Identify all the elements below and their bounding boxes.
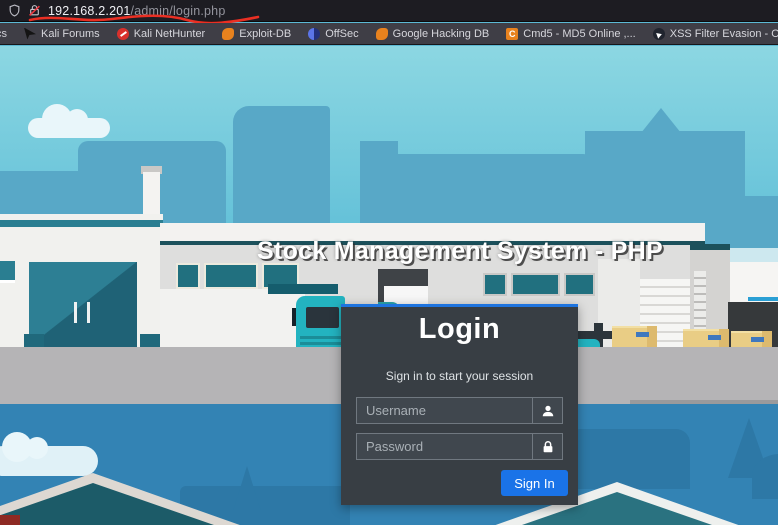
bookmark-offsec[interactable]: OffSec <box>308 27 359 40</box>
warehouse-door <box>29 262 137 347</box>
url-path: /admin/login.php <box>130 3 226 18</box>
bookmark-kali-nethunter[interactable]: Kali NetHunter <box>116 27 205 40</box>
insecure-lock-icon[interactable] <box>28 4 41 17</box>
url-host: 192.168.2.201 <box>48 3 131 18</box>
truck-window <box>306 307 339 328</box>
warehouse-stripe <box>690 244 730 250</box>
login-heading: Login <box>418 313 501 345</box>
crate-on-forklift <box>612 326 657 349</box>
lower-silhouette <box>570 429 690 489</box>
username-field <box>356 397 563 424</box>
login-subtitle: Sign in to start your session <box>385 369 534 383</box>
window <box>483 273 507 296</box>
small-window <box>0 261 15 283</box>
bookmark-kali-forums[interactable]: Kali Forums <box>24 27 100 40</box>
bookmark-xss-filter-evasion[interactable]: XSS Filter Evasion - O... <box>652 27 778 40</box>
bookmarks-toolbar: cs Kali Forums Kali NetHunter Exploit-DB… <box>0 23 778 45</box>
kali-nethunter-icon <box>116 27 129 40</box>
roof <box>0 483 260 525</box>
chimney <box>0 515 20 525</box>
page-content: Stock Management System - PHP Login Sign… <box>0 46 778 525</box>
column <box>143 172 160 220</box>
password-field <box>356 433 563 460</box>
browser-window: 192.168.2.201/admin/login.php cs Kali Fo… <box>0 0 778 525</box>
cyan-band <box>730 248 778 262</box>
warehouse-stripe <box>0 220 163 227</box>
browser-url-bar[interactable]: 192.168.2.201/admin/login.php <box>0 0 778 25</box>
ladder <box>694 271 706 331</box>
page-title: Stock Management System - PHP <box>256 237 664 265</box>
wall-panel <box>160 289 305 347</box>
blue-trim <box>748 297 778 301</box>
window <box>204 263 258 289</box>
cursor-icon <box>24 27 36 40</box>
sign-in-button[interactable]: Sign In <box>501 470 568 496</box>
cmd5-icon <box>506 27 519 40</box>
bookmark-cmd5[interactable]: Cmd5 - MD5 Online ,... <box>506 27 636 40</box>
shield-permissions-icon[interactable] <box>8 4 21 17</box>
username-input[interactable] <box>357 398 532 423</box>
window <box>176 263 200 289</box>
window <box>511 273 560 296</box>
password-input[interactable] <box>357 434 532 459</box>
lock-icon <box>532 434 562 459</box>
truck-trailer-edge <box>268 284 338 294</box>
cloud <box>28 104 110 138</box>
door-plinth <box>24 334 44 347</box>
login-card: Login Sign in to start your session Sign… <box>341 304 578 505</box>
window <box>564 273 595 296</box>
user-icon <box>532 398 562 423</box>
exploit-db-icon <box>222 27 235 40</box>
tower-peak-silhouette <box>641 108 681 133</box>
bookmark-google-hacking-db[interactable]: Google Hacking DB <box>375 27 489 40</box>
bookmark-partial[interactable]: cs <box>0 28 7 40</box>
offsec-icon <box>308 27 321 40</box>
xss-cheatsheet-icon <box>652 27 665 40</box>
bookmark-exploit-db[interactable]: Exploit-DB <box>222 27 291 40</box>
url-text[interactable]: 192.168.2.201/admin/login.php <box>48 4 225 18</box>
cloud <box>0 432 98 476</box>
google-hacking-db-icon <box>375 27 388 40</box>
